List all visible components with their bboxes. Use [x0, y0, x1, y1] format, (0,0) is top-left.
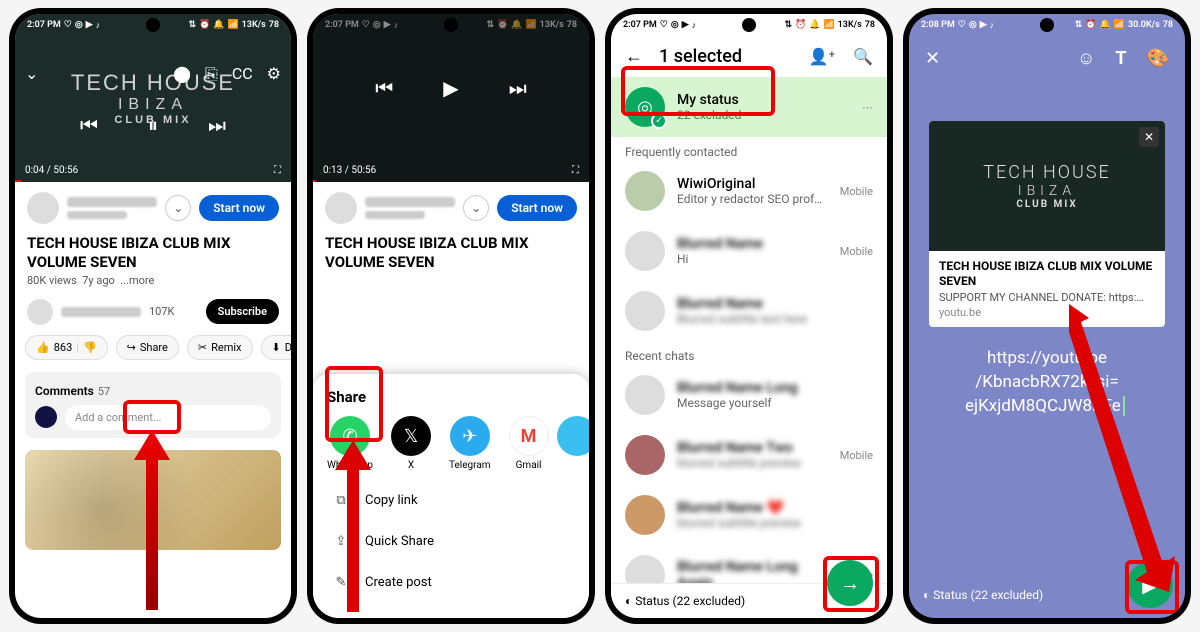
chat-row[interactable]: Blurred Name Two blurred subtitle previe…	[611, 425, 887, 485]
createpost-icon: ✎	[331, 575, 351, 590]
share-app-more[interactable]	[567, 416, 587, 456]
subscribe-button[interactable]: Subscribe	[206, 299, 279, 324]
play-icon[interactable]: ▶	[443, 76, 458, 100]
subscriber-count: 107K	[149, 305, 174, 318]
prev-icon[interactable]: ⏮	[375, 76, 393, 100]
link-description: SUPPORT MY CHANNEL DONATE: https:…	[939, 291, 1155, 304]
more-icon	[557, 416, 589, 456]
search-icon[interactable]: 🔍	[853, 47, 873, 66]
remix-icon: ✂	[198, 341, 207, 354]
elapsed-time: 0:04 / 50:56	[25, 165, 78, 176]
highlight-fab	[823, 556, 879, 612]
expand-icon[interactable]: ⌄	[165, 195, 191, 221]
user-avatar	[35, 406, 57, 428]
channel-avatar-small[interactable]	[27, 299, 53, 325]
fullscreen-icon[interactable]: ⛶	[572, 165, 579, 176]
next-video-thumb[interactable]	[25, 450, 281, 550]
section-frequent: Frequently contacted	[611, 137, 887, 161]
status-icon: ◐	[923, 588, 930, 602]
copy-icon: ⧉	[331, 493, 351, 508]
phone-3: 2:07 PM♡◎▶♪ ⇅⏰🔔📶13K/s78 ← 1 selected 👤⁺ …	[605, 8, 893, 624]
cast-icon[interactable]: ⎘	[205, 64, 218, 84]
link-preview-card[interactable]: ✕ TECH HOUSE IBIZA CLUB MIX TECH HOUSE I…	[929, 121, 1165, 327]
contact-row[interactable]: WiwiOriginal Editor y redactor SEO profe…	[611, 161, 887, 221]
contact-row[interactable]: Blurred Name Blurred subtitle text here	[611, 281, 887, 341]
phone-2: 2:07 PM♡◎▶♪ ⇅⏰🔔📶13K/s78 ⏮ ▶ ⏭ 0:13 / 50:…	[307, 8, 595, 624]
phone-4: 2:08 PM♡◎▶♪ ⇅⏰🔔📶30.0K/s78 ✕ ☺ T 🎨 ✕ TECH…	[903, 8, 1191, 624]
cc-icon[interactable]: CC	[232, 64, 253, 84]
video-meta[interactable]: 80K views 7y ago ...more	[15, 274, 291, 295]
more-icon[interactable]: ⋯	[862, 101, 873, 114]
channel-avatar[interactable]	[27, 192, 59, 224]
composer-toolbar: ✕ ☺ T 🎨	[909, 36, 1185, 81]
video-title[interactable]: TECH HOUSE IBIZA CLUB MIX VOLUME SEVEN	[313, 230, 589, 274]
expand-icon[interactable]: ⌄	[463, 195, 489, 221]
link-domain: youtu.be	[939, 306, 1155, 319]
quick-share-row[interactable]: ⇪Quick Share	[327, 526, 575, 557]
x-icon: 𝕏	[391, 416, 431, 456]
add-contact-icon[interactable]: 👤⁺	[809, 47, 835, 66]
channel-avatar[interactable]	[325, 192, 357, 224]
share-app-x[interactable]: 𝕏 X	[391, 416, 431, 471]
contact-avatar	[625, 495, 665, 535]
quickshare-icon: ⇪	[331, 534, 351, 549]
share-app-telegram[interactable]: ✈ Telegram	[449, 416, 491, 471]
video-title[interactable]: TECH HOUSE IBIZA CLUB MIX VOLUME SEVEN	[15, 230, 291, 274]
fullscreen-icon[interactable]: ⛶	[274, 165, 281, 176]
youtube-player[interactable]: 2:07 PM♡◎▶♪ ⇅⏰🔔📶13K/s78 ⏮ ▶ ⏭ 0:13 / 50:…	[313, 14, 589, 182]
link-thumbnail: ✕ TECH HOUSE IBIZA CLUB MIX	[929, 121, 1165, 251]
contact-avatar	[625, 435, 665, 475]
elapsed-time: 0:13 / 50:56	[323, 165, 376, 176]
contact-avatar	[625, 375, 665, 415]
remove-preview-icon[interactable]: ✕	[1139, 127, 1159, 147]
copy-link-row[interactable]: ⧉Copy link	[327, 485, 575, 516]
thumb-up-icon: 👍	[36, 341, 50, 354]
gear-icon[interactable]: ⚙	[267, 64, 281, 84]
phone-1: 2:07 PM♡◎▶♪ ⇅⏰🔔📶13K/s78 TECH HOUSE IBIZA…	[9, 8, 297, 624]
chat-row[interactable]: Blurred Name Long Message yourself	[611, 365, 887, 425]
next-icon[interactable]: ⏭	[509, 76, 527, 100]
highlight-send	[1125, 560, 1179, 614]
link-title: TECH HOUSE IBIZA CLUB MIX VOLUME SEVEN	[939, 259, 1155, 289]
section-recent: Recent chats	[611, 341, 887, 365]
start-now-button[interactable]: Start now	[497, 195, 577, 221]
telegram-icon: ✈	[450, 416, 490, 456]
pause-icon[interactable]: ⏸	[148, 113, 158, 137]
share-icon: ↪	[127, 341, 136, 354]
like-button[interactable]: 👍863|👎	[25, 335, 108, 360]
prev-icon[interactable]: ⏮	[80, 113, 98, 137]
contact-row[interactable]: Blurred Name Hi Mobile	[611, 221, 887, 281]
youtube-player[interactable]: 2:07 PM♡◎▶♪ ⇅⏰🔔📶13K/s78 TECH HOUSE IBIZA…	[15, 14, 291, 182]
back-icon[interactable]: ←	[625, 46, 643, 67]
share-app-gmail[interactable]: M Gmail	[509, 416, 549, 471]
composer-text[interactable]: https://youtu.be /KbnacbRX72k?si= ejKxjd…	[909, 341, 1185, 418]
contact-avatar	[625, 171, 665, 211]
highlight-mystatus	[621, 66, 775, 116]
close-icon[interactable]: ✕	[925, 48, 940, 69]
start-now-button[interactable]: Start now	[199, 195, 279, 221]
action-pills: 👍863|👎 ↪Share ✂Remix ⬇Do	[15, 329, 291, 366]
status-icon: ◐	[625, 594, 632, 608]
create-post-row[interactable]: ✎Create post	[327, 567, 575, 598]
gmail-icon: M	[509, 416, 549, 456]
selected-count: 1 selected	[659, 46, 742, 67]
chat-row[interactable]: Blurred Name ❤️ blurred subtitle preview	[611, 485, 887, 545]
text-icon[interactable]: T	[1115, 48, 1126, 69]
emoji-icon[interactable]: ☺	[1077, 48, 1095, 69]
thumb-down-icon: 👎	[83, 341, 97, 354]
remix-button[interactable]: ✂Remix	[187, 335, 253, 360]
highlight-whatsapp	[325, 366, 383, 442]
contact-avatar	[625, 231, 665, 271]
highlight-share	[123, 400, 181, 434]
palette-icon[interactable]: 🎨	[1147, 48, 1169, 69]
chevron-down-icon[interactable]: ⌄	[25, 64, 38, 84]
contact-avatar	[625, 291, 665, 331]
share-button[interactable]: ↪Share	[116, 335, 179, 360]
next-icon[interactable]: ⏭	[208, 113, 226, 137]
autoplay-toggle[interactable]: ⬤	[173, 64, 191, 84]
video-overlay-title: TECH HOUSE IBIZA CLUB MIX	[15, 14, 291, 182]
download-icon: ⬇	[272, 341, 281, 354]
download-button[interactable]: ⬇Do	[261, 335, 291, 360]
